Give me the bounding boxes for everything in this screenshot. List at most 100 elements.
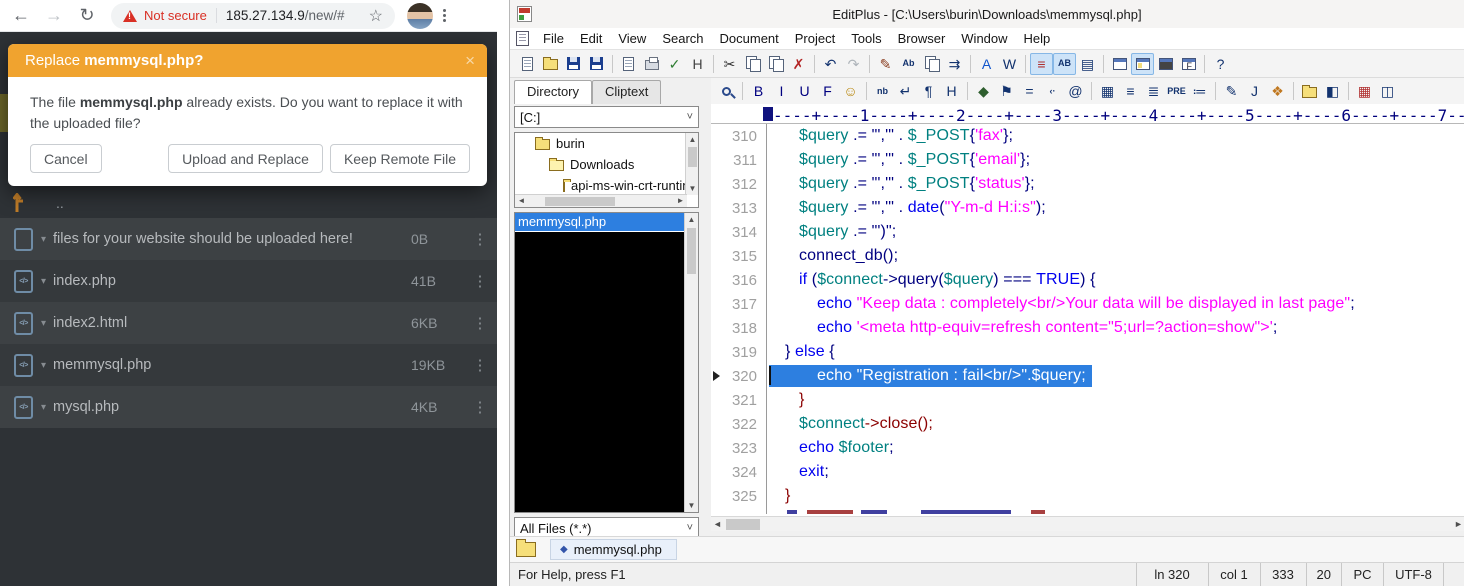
folder-icon[interactable] [516, 542, 536, 557]
menu-browser[interactable]: Browser [890, 29, 954, 48]
script-tag-icon[interactable]: ✎ [1220, 80, 1243, 102]
browser-window-icon[interactable] [1154, 53, 1177, 75]
list-tag-icon[interactable]: ≔ [1188, 80, 1211, 102]
tree-vertical-scrollbar[interactable]: ▲ ▼ [685, 133, 698, 195]
mark-icon[interactable]: ✎ [874, 53, 897, 75]
paragraph-icon[interactable]: ¶ [917, 80, 940, 102]
tree-item-api-ms-win-crt-runtim[interactable]: api-ms-win-crt-runtim [515, 175, 686, 196]
row-caret-icon[interactable]: ▾ [41, 360, 46, 371]
indent-icon[interactable]: ⇉ [943, 53, 966, 75]
scroll-left-icon[interactable]: ◄ [711, 517, 724, 532]
file-row-memmysqlphp[interactable]: </>▾memmysql.php19KB⋮ [0, 344, 497, 386]
paste-icon[interactable] [764, 53, 787, 75]
undo-icon[interactable]: ↶ [819, 53, 842, 75]
row-caret-icon[interactable]: ▾ [41, 318, 46, 329]
tab-directory[interactable]: Directory [514, 80, 592, 104]
parent-directory-row[interactable]: .. [0, 190, 497, 216]
menu-search[interactable]: Search [654, 29, 711, 48]
keep-remote-file-button[interactable]: Keep Remote File [330, 144, 470, 173]
menu-window[interactable]: Window [953, 29, 1015, 48]
cancel-button[interactable]: Cancel [30, 144, 102, 173]
function-list-icon[interactable] [1177, 53, 1200, 75]
file-row-indexphp[interactable]: </>▾index.php41B⋮ [0, 260, 497, 302]
replace-icon[interactable]: Ab [897, 53, 920, 75]
heading-icon[interactable]: H [940, 80, 963, 102]
row-menu-icon[interactable]: ⋮ [463, 356, 497, 374]
line-break-icon[interactable]: ↵ [894, 80, 917, 102]
context-help-icon[interactable]: ? [1209, 53, 1232, 75]
nbsp-icon[interactable]: nb [871, 80, 894, 102]
anchor-tag-icon[interactable]: ⚑ [995, 80, 1018, 102]
menu-file[interactable]: File [535, 29, 572, 48]
back-icon[interactable]: ← [9, 4, 33, 28]
scroll-up-icon[interactable]: ▲ [685, 213, 698, 226]
cut-icon[interactable]: ✂ [718, 53, 741, 75]
java-applet-icon[interactable]: J [1243, 80, 1266, 102]
row-menu-icon[interactable]: ⋮ [463, 314, 497, 332]
new-document-icon[interactable] [516, 53, 539, 75]
html-document-icon[interactable]: H [686, 53, 709, 75]
font-icon[interactable]: A [975, 53, 998, 75]
code-editor[interactable]: 310$query .= "','" . $_POST{'fax'};311$q… [711, 124, 1464, 516]
color-picker-icon[interactable]: ▦ [1353, 80, 1376, 102]
scroll-right-icon[interactable]: ► [1452, 517, 1464, 532]
address-bar[interactable]: Not secure 185.27.134.9/new/# ☆ [111, 3, 395, 29]
scroll-left-icon[interactable]: ◄ [515, 195, 528, 208]
split-window-icon[interactable]: ◫ [1376, 80, 1399, 102]
tree-item-burin[interactable]: burin [515, 133, 686, 154]
menu-view[interactable]: View [610, 29, 654, 48]
save-icon[interactable] [562, 53, 585, 75]
menu-edit[interactable]: Edit [572, 29, 610, 48]
image-tag-icon[interactable]: ◆ [972, 80, 995, 102]
output-window-icon[interactable] [1108, 53, 1131, 75]
row-caret-icon[interactable]: ▾ [41, 402, 46, 413]
folder-tool-icon[interactable] [1298, 80, 1321, 102]
spell-check-icon[interactable]: ✓ [663, 53, 686, 75]
menu-tools[interactable]: Tools [843, 29, 889, 48]
upload-and-replace-button[interactable]: Upload and Replace [168, 144, 323, 173]
directory-window-icon[interactable] [1131, 53, 1154, 75]
object-tag-icon[interactable]: ❖ [1266, 80, 1289, 102]
copy-icon[interactable] [741, 53, 764, 75]
mailto-icon[interactable]: @ [1064, 80, 1087, 102]
emoji-icon[interactable]: ☺ [839, 80, 862, 102]
menu-project[interactable]: Project [787, 29, 843, 48]
bold-icon[interactable]: B [747, 80, 770, 102]
row-menu-icon[interactable]: ⋮ [463, 272, 497, 290]
reload-icon[interactable]: ↻ [75, 4, 99, 28]
row-caret-icon[interactable]: ▾ [41, 276, 46, 287]
tree-item-downloads[interactable]: Downloads [515, 154, 686, 175]
auto-completion-icon[interactable]: AB [1053, 53, 1076, 75]
dialog-close-icon[interactable]: × [465, 52, 475, 69]
row-menu-icon[interactable]: ⋮ [463, 398, 497, 416]
frame-tool-icon[interactable]: ◧ [1321, 80, 1344, 102]
scroll-down-icon[interactable]: ▼ [685, 499, 698, 512]
align-right-icon[interactable]: ≣ [1142, 80, 1165, 102]
scroll-down-icon[interactable]: ▼ [686, 182, 699, 195]
print-preview-icon[interactable] [617, 53, 640, 75]
file-row-files[interactable]: ▾files for your website should be upload… [0, 218, 497, 260]
save-all-icon[interactable] [585, 53, 608, 75]
menu-document[interactable]: Document [712, 29, 787, 48]
align-center-icon[interactable]: ≡ [1119, 80, 1142, 102]
security-label[interactable]: Not secure [144, 8, 207, 23]
file-row-mysqlphp[interactable]: </>▾mysql.php4KB⋮ [0, 386, 497, 428]
hr-tag-icon[interactable]: = [1018, 80, 1041, 102]
row-menu-icon[interactable]: ⋮ [463, 230, 497, 248]
forward-icon[interactable]: → [42, 4, 66, 28]
scroll-up-icon[interactable]: ▲ [686, 133, 699, 146]
pre-tag-icon[interactable]: PRE [1165, 80, 1188, 102]
menu-help[interactable]: Help [1016, 29, 1059, 48]
watch-icon[interactable]: W [998, 53, 1021, 75]
browser-menu-icon[interactable] [443, 9, 446, 22]
file-row-index2html[interactable]: </>▾index2.html6KB⋮ [0, 302, 497, 344]
line-numbers-icon[interactable]: ≡ [1030, 53, 1053, 75]
tab-cliptext[interactable]: Cliptext [592, 80, 661, 104]
url-text[interactable]: 185.27.134.9/new/# [226, 8, 363, 23]
font-tag-icon[interactable]: F [816, 80, 839, 102]
profile-avatar[interactable] [407, 3, 433, 29]
italic-icon[interactable]: I [770, 80, 793, 102]
redo-icon[interactable]: ↷ [842, 53, 865, 75]
bookmark-star-icon[interactable]: ☆ [369, 6, 383, 26]
tree-horizontal-scrollbar[interactable]: ◄ ► [515, 194, 687, 207]
